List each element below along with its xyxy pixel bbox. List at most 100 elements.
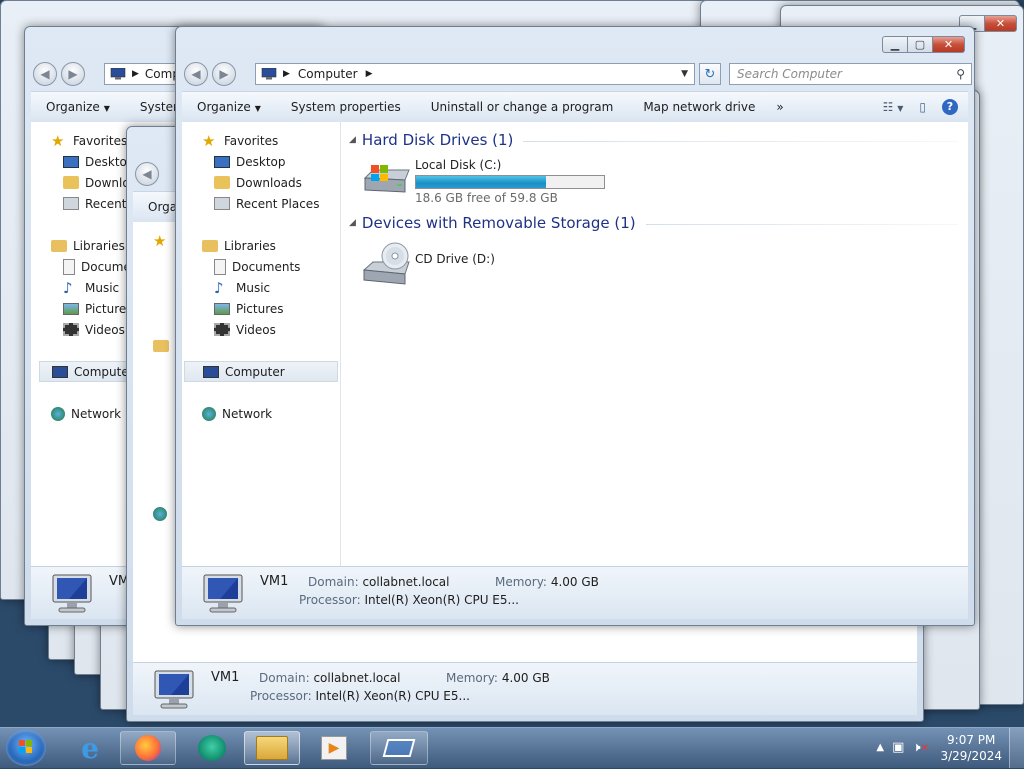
documents-icon <box>63 258 75 275</box>
map-network-drive-button[interactable]: Map network drive <box>628 100 770 114</box>
domain-row: Domain: collabnet.local <box>259 671 401 685</box>
change-view-button[interactable]: ☷ ▼ <box>877 100 910 114</box>
nav-downloads[interactable]: Downloads <box>214 172 340 193</box>
desktop-icon <box>214 155 230 168</box>
computer-large-icon <box>203 574 243 613</box>
nav-buttons: ◀ ▶ <box>33 61 93 87</box>
processor-row: Processor: Intel(R) Xeon(R) CPU E5... <box>250 689 470 703</box>
computer-icon <box>203 365 219 378</box>
divider <box>645 224 958 225</box>
music-icon: ♪ <box>63 278 73 297</box>
nav-pictures[interactable]: Pictures <box>214 298 340 319</box>
help-button[interactable]: ? <box>936 99 968 115</box>
domain-row: Domain: collabnet.local <box>308 575 450 589</box>
forward-button[interactable]: ▶ <box>61 62 85 86</box>
clock-time: 9:07 PM <box>947 733 996 747</box>
nav-buttons: ◀ ▶ <box>184 61 244 87</box>
collapse-icon[interactable]: ◢ <box>349 135 356 145</box>
pictures-icon <box>214 302 230 315</box>
folder-icon <box>256 736 288 760</box>
volume-muted-icon[interactable]: 🕨✕ <box>912 740 929 755</box>
downloads-folder-icon <box>63 176 79 189</box>
computer-name: VM1 <box>211 670 240 685</box>
processor-row: Processor: Intel(R) Xeon(R) CPU E5... <box>299 593 519 607</box>
back-button[interactable]: ◀ <box>135 162 159 186</box>
hard-drive-icon <box>363 165 410 193</box>
taskbar-windows-explorer[interactable] <box>244 731 300 765</box>
preview-pane-button[interactable]: ▯ <box>909 100 936 114</box>
drive-c-name: Local Disk (C:) <box>415 158 502 172</box>
start-button[interactable] <box>6 730 46 766</box>
breadcrumb-arrow-2[interactable]: ▶ <box>366 69 373 79</box>
network-tray-icon[interactable]: ▣ <box>892 740 904 755</box>
maximize-button[interactable]: ▢ <box>907 36 933 53</box>
taskbar-chat-app[interactable] <box>184 731 240 765</box>
breadcrumb-arrow: ▶ <box>132 69 139 79</box>
clock-date: 3/29/2024 <box>940 749 1002 763</box>
minimize-button[interactable]: ▁ <box>882 36 908 53</box>
address-dropdown-icon[interactable]: ▼ <box>681 69 688 79</box>
refresh-button[interactable]: ↻ <box>699 63 721 85</box>
taskbar-firefox[interactable] <box>120 731 176 765</box>
group-removable-storage[interactable]: ◢ Devices with Removable Storage (1) <box>349 212 958 234</box>
window-controls: ▁ ▢ ✕ <box>882 36 965 53</box>
explorer-window-computer[interactable]: ▁ ▢ ✕ ◀ ▶ ▶ Computer ▶ ▼ ↻ Search Comput… <box>175 26 975 626</box>
star-icon: ★ <box>202 131 216 150</box>
nav-videos[interactable]: Videos <box>214 319 340 340</box>
cd-drive-icon <box>362 242 410 285</box>
drive-c-usage-bar <box>415 175 605 189</box>
show-desktop-button[interactable] <box>1009 728 1024 768</box>
close-button[interactable]: ✕ <box>984 15 1017 32</box>
forward-button[interactable]: ▶ <box>212 62 236 86</box>
refresh-icon: ↻ <box>704 66 716 82</box>
search-input[interactable]: Search Computer ⚲ <box>729 63 972 85</box>
pictures-icon <box>63 302 79 315</box>
drive-c-info: Local Disk (C:) 18.6 GB free of 59.8 GB <box>415 158 605 205</box>
close-button[interactable]: ✕ <box>932 36 965 53</box>
breadcrumb-arrow[interactable]: ▶ <box>283 69 290 79</box>
taskbar-media-player[interactable]: ▶ <box>306 731 362 765</box>
collapse-icon[interactable]: ◢ <box>349 218 356 228</box>
chat-app-icon <box>198 735 226 761</box>
system-properties-button[interactable]: System properties <box>276 100 416 114</box>
media-player-icon: ▶ <box>321 736 347 760</box>
back-button[interactable]: ◀ <box>33 62 57 86</box>
nav-desktop[interactable]: Desktop <box>214 151 340 172</box>
windows-logo-icon <box>19 740 32 753</box>
details-pane: VM1 Domain: collabnet.local Memory: 4.00… <box>182 566 968 619</box>
back-button[interactable]: ◀ <box>184 62 208 86</box>
libraries-icon <box>51 239 67 252</box>
uninstall-program-button[interactable]: Uninstall or change a program <box>416 100 629 114</box>
drive-local-disk-c[interactable]: Local Disk (C:) 18.6 GB free of 59.8 GB <box>361 158 605 205</box>
nav-recent-places[interactable]: Recent Places <box>214 193 340 214</box>
help-icon: ? <box>942 99 958 115</box>
taskbar-clock[interactable]: 9:07 PM 3/29/2024 <box>940 732 1002 764</box>
nav-network[interactable]: Network <box>202 403 340 424</box>
desktop-icon <box>63 155 79 168</box>
address-root[interactable]: Computer <box>298 67 358 81</box>
nav-libraries[interactable]: Libraries <box>202 235 340 256</box>
computer-name: VM1 <box>260 574 289 589</box>
address-bar[interactable]: ▶ Computer ▶ ▼ <box>255 63 695 85</box>
nav-favorites[interactable]: ★ Favorites <box>202 130 340 151</box>
music-icon: ♪ <box>214 278 224 297</box>
drive-cd-d[interactable]: CD Drive (D:) <box>361 242 495 288</box>
computer-large-icon <box>154 670 194 709</box>
libraries-icon <box>202 239 218 252</box>
organize-menu[interactable]: Organize ▼ <box>182 100 276 114</box>
videos-icon <box>214 323 230 336</box>
drive-c-usage-fill <box>416 176 546 188</box>
show-hidden-icons-button[interactable]: ▲ <box>876 742 884 753</box>
organize-menu[interactable]: Organize ▼ <box>31 100 125 114</box>
computer-icon <box>52 365 68 378</box>
group-hard-disk-drives[interactable]: ◢ Hard Disk Drives (1) <box>349 129 958 151</box>
taskbar-internet-explorer[interactable]: e <box>62 731 118 765</box>
more-commands-button[interactable]: » <box>770 100 789 114</box>
nav-computer[interactable]: Computer <box>184 361 338 382</box>
nav-documents[interactable]: Documents <box>214 256 340 277</box>
taskbar-remote-app[interactable] <box>370 731 428 765</box>
internet-explorer-icon: e <box>81 731 99 765</box>
firefox-icon <box>135 735 161 761</box>
computer-icon <box>110 68 126 80</box>
nav-music[interactable]: ♪ Music <box>214 277 340 298</box>
